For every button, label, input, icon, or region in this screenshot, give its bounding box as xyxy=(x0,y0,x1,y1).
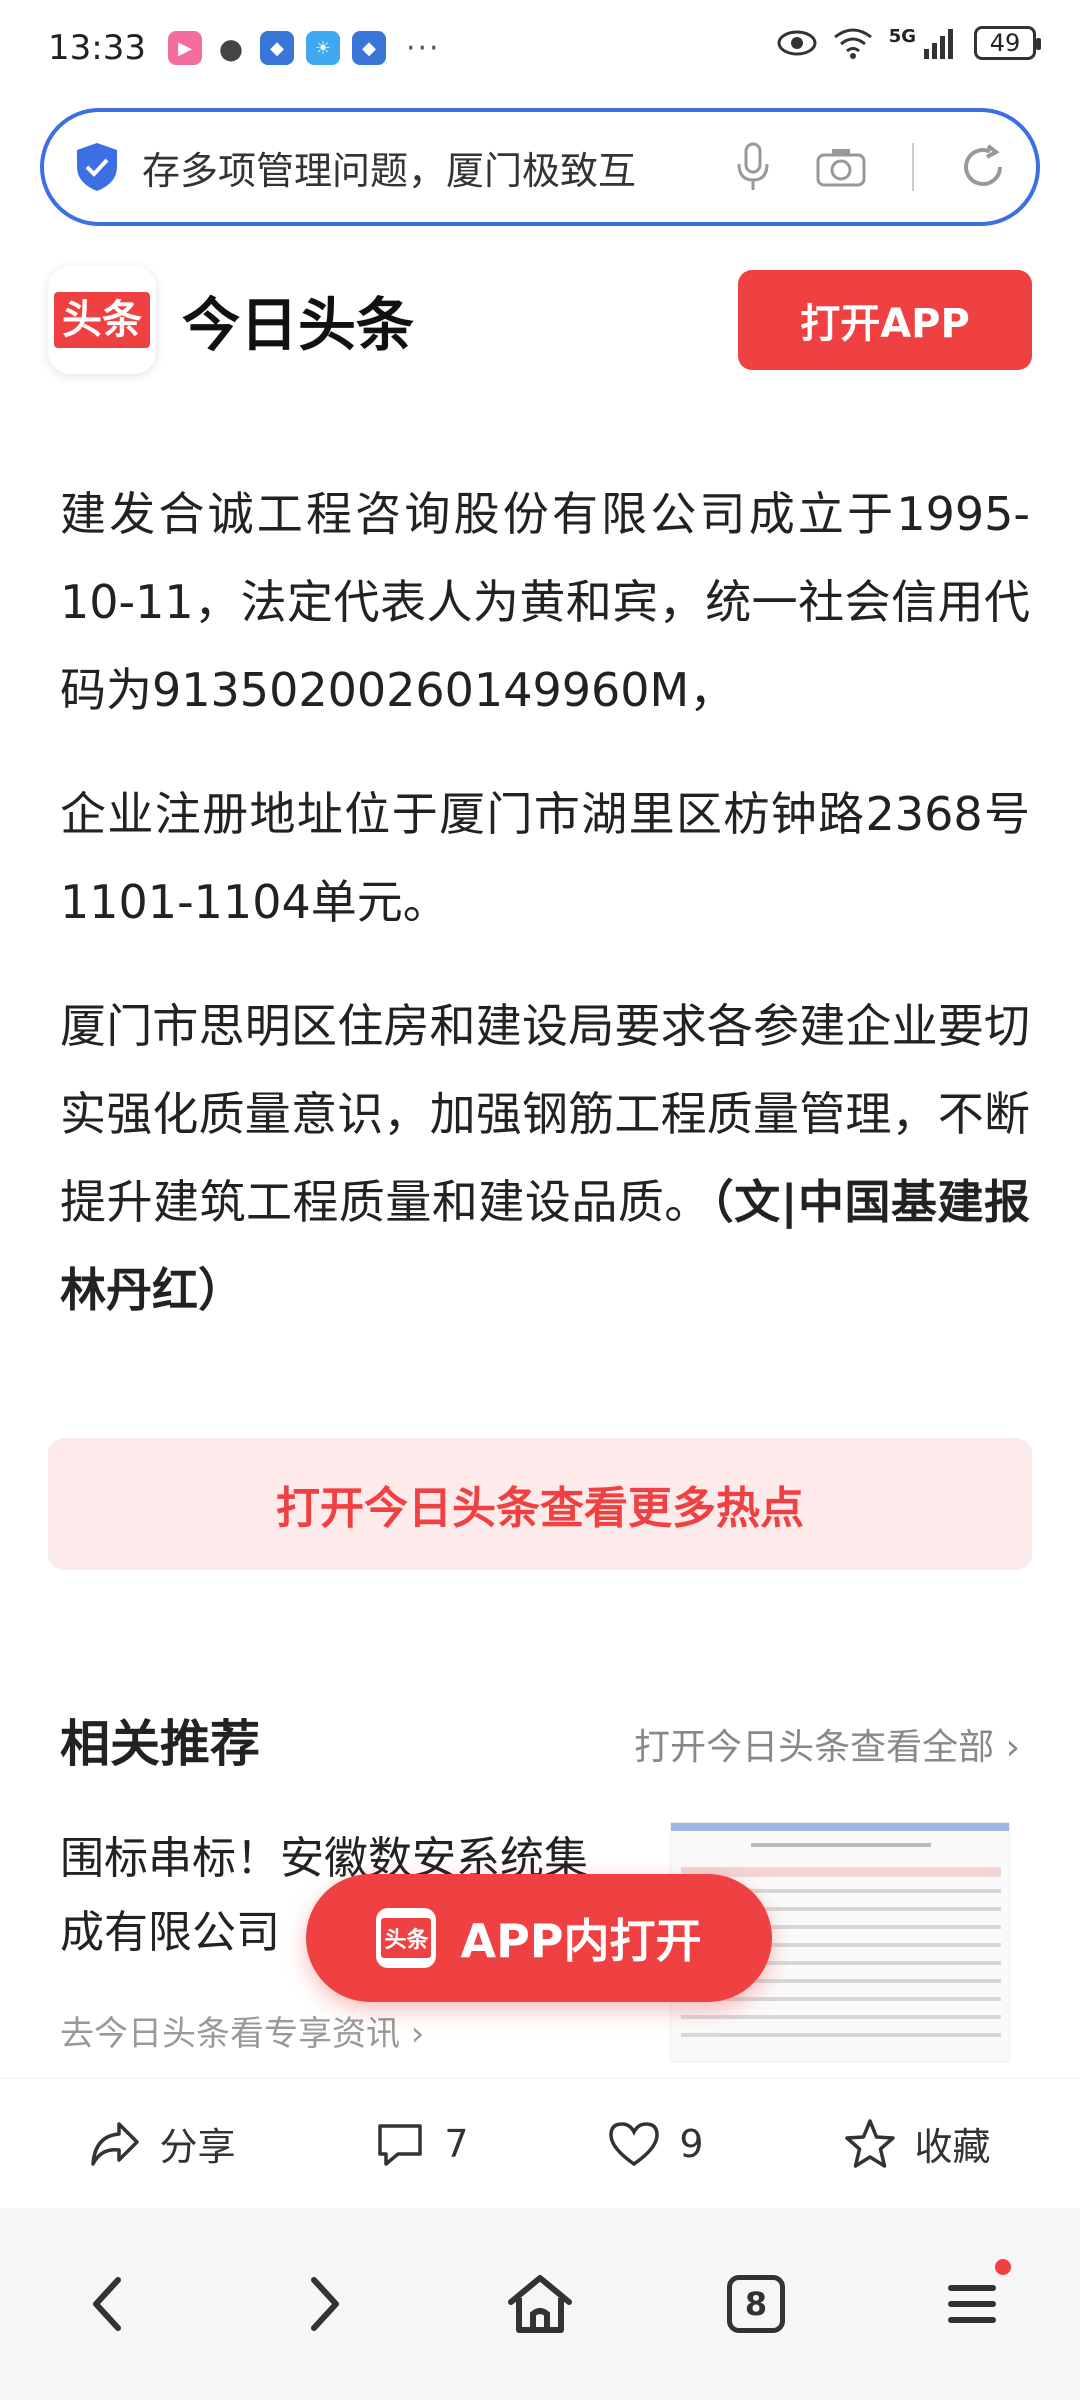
qq-app-icon: ● xyxy=(218,31,244,65)
wifi-icon xyxy=(833,28,872,59)
camera-icon[interactable] xyxy=(816,147,866,187)
like-button[interactable]: 9 xyxy=(607,2120,704,2168)
article-action-bar: 分享 7 9 收藏 xyxy=(0,2078,1080,2208)
search-query-text[interactable]: 存多项管理问题，厦门极致互 xyxy=(142,140,708,195)
chevron-right-icon: › xyxy=(994,1727,1020,1768)
comment-count: 7 xyxy=(444,2121,469,2166)
brand-header: 头条 今日头条 xyxy=(48,266,414,374)
forward-button[interactable] xyxy=(279,2259,369,2349)
logo-text: 头条 xyxy=(381,1918,432,1958)
notification-icons: ▶ ● ◆ ☀ ◆ ··· xyxy=(167,30,441,66)
article-body: 建发合诚工程咨询股份有限公司成立于1995-10-11，法定代表人为黄和宾，统一… xyxy=(60,470,1030,1334)
tabs-button[interactable]: 8 xyxy=(711,2259,801,2349)
status-bar: 13:33 ▶ ● ◆ ☀ ◆ ··· 5G 49 xyxy=(0,0,1080,96)
open-in-app-label: APP内打开 xyxy=(460,1914,702,1968)
eye-icon xyxy=(777,30,817,56)
status-indicators: 5G 49 xyxy=(777,25,1041,60)
favorite-button[interactable]: 收藏 xyxy=(843,2116,991,2171)
search-divider xyxy=(912,143,914,191)
recommendation-subtitle[interactable]: 去今日头条看专享资讯 › xyxy=(60,2006,424,2055)
article-paragraph: 企业注册地址位于厦门市湖里区枋钟路2368号1101-1104单元。 xyxy=(60,787,1030,929)
back-button[interactable] xyxy=(63,2259,153,2349)
network-type: 5G xyxy=(888,25,916,47)
article-paragraph: 厦门市思明区住房和建设局要求各参建企业要切实强化质量意识，加强钢筋工程质量管理，… xyxy=(60,982,1030,1334)
heart-icon xyxy=(609,2121,660,2166)
see-all-label: 打开今日头条查看全部 xyxy=(634,1727,995,1768)
toutiao-logo: 头条 xyxy=(376,1908,437,1968)
share-button[interactable]: 分享 xyxy=(89,2116,235,2171)
browser-nav-bar: 8 xyxy=(0,2208,1080,2400)
battery-level: 49 xyxy=(989,29,1021,57)
weather-app-icon: ☀ xyxy=(305,31,340,65)
related-title: 相关推荐 xyxy=(60,1715,260,1773)
article-paragraph: 建发合诚工程咨询股份有限公司成立于1995-10-11，法定代表人为黄和宾，统一… xyxy=(60,487,1030,717)
address-search-bar[interactable]: 存多项管理问题，厦门极致互 xyxy=(40,108,1040,226)
signal-icon xyxy=(924,29,953,59)
shield-check-icon xyxy=(77,143,117,191)
like-count: 9 xyxy=(679,2121,704,2166)
more-hot-button[interactable]: 打开今日头条查看更多热点 xyxy=(48,1438,1032,1570)
menu-icon xyxy=(948,2285,996,2323)
brand-name: 今日头条 xyxy=(182,291,415,359)
battery-icon: 49 xyxy=(974,26,1041,60)
tabs-count-icon: 8 xyxy=(727,2275,785,2333)
comment-icon xyxy=(378,2123,423,2166)
recommendation-subtitle-label: 去今日头条看专享资讯 xyxy=(60,2014,400,2054)
share-label: 分享 xyxy=(159,2125,236,2169)
open-app-button[interactable]: 打开APP xyxy=(738,270,1032,370)
home-button[interactable] xyxy=(495,2259,585,2349)
see-all-link[interactable]: 打开今日头条查看全部 › xyxy=(634,1718,1020,1770)
share-icon xyxy=(91,2121,140,2166)
open-in-app-floating-button[interactable]: 头条 APP内打开 xyxy=(306,1874,772,2002)
security-app-icon: ◆ xyxy=(259,31,294,65)
star-icon xyxy=(844,2118,895,2168)
bilibili-app-icon: ▶ xyxy=(167,31,202,65)
comment-button[interactable]: 7 xyxy=(374,2120,469,2168)
favorite-label: 收藏 xyxy=(914,2125,991,2169)
chevron-left-icon xyxy=(93,2277,121,2331)
more-notifications-icon: ··· xyxy=(405,30,441,66)
toutiao-logo: 头条 xyxy=(48,266,156,374)
security-app-icon-2: ◆ xyxy=(351,31,386,65)
logo-text: 头条 xyxy=(54,292,150,348)
chevron-right-icon xyxy=(311,2277,339,2331)
refresh-icon[interactable] xyxy=(960,144,1006,190)
status-time: 13:33 xyxy=(48,28,146,68)
home-icon xyxy=(508,2275,572,2333)
menu-button[interactable] xyxy=(927,2259,1017,2349)
chevron-right-icon: › xyxy=(400,2014,425,2054)
microphone-icon[interactable] xyxy=(736,142,770,192)
notification-dot xyxy=(995,2259,1011,2275)
